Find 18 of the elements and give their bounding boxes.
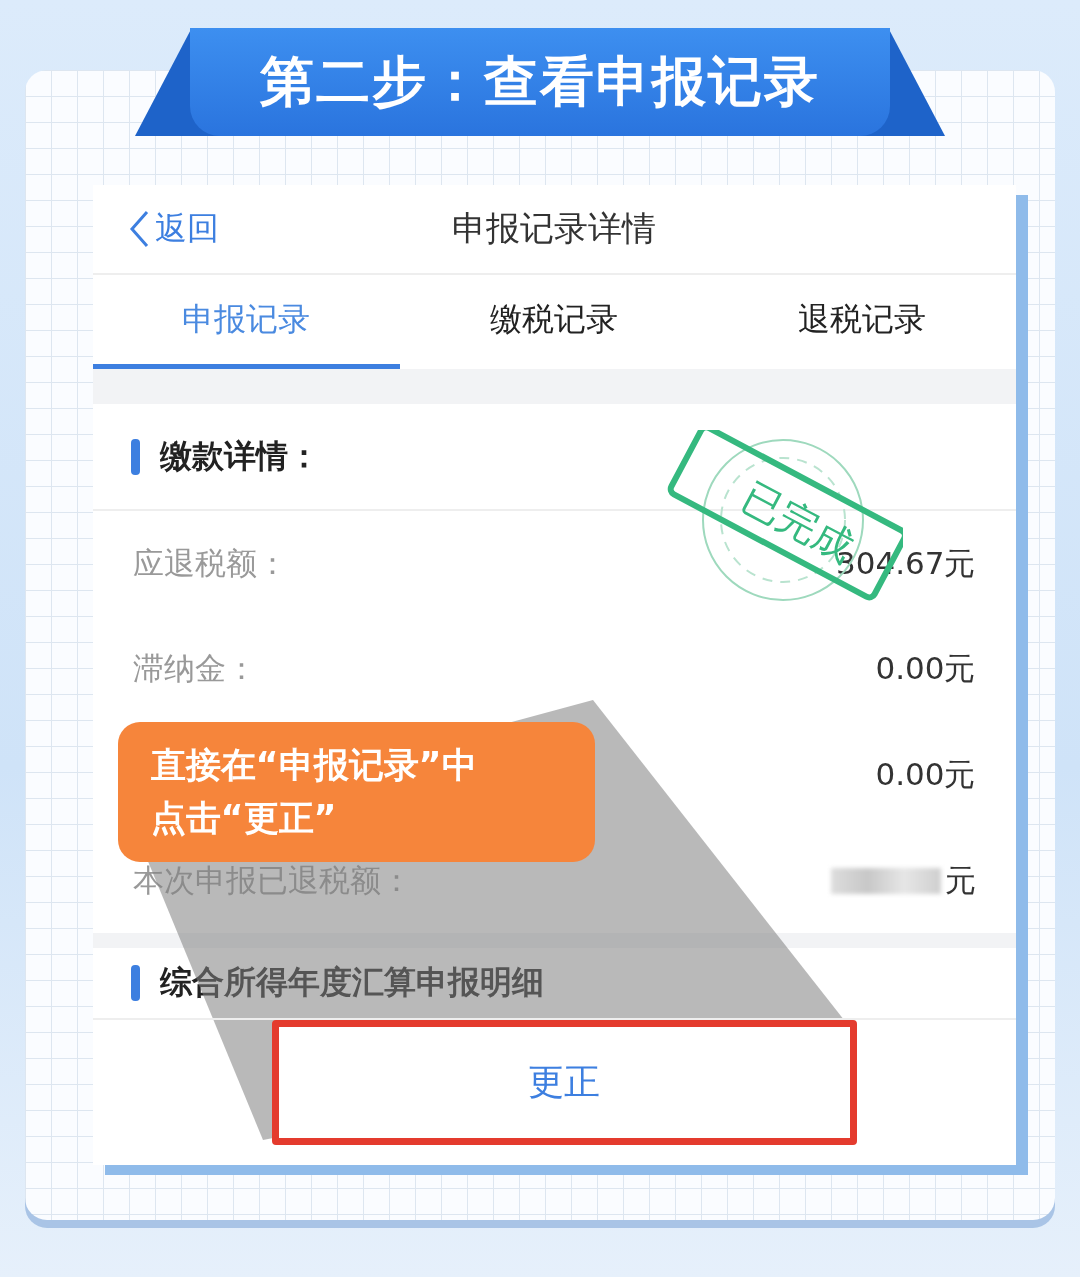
tab[interactable]: 退税记录 bbox=[707, 274, 1016, 370]
banner-title: 第二步：查看申报记录 bbox=[190, 28, 890, 136]
row-label: 滞纳金： bbox=[132, 649, 257, 689]
row-label: 应退税额： bbox=[132, 543, 288, 583]
callout-text: 直接在“申报记录”中 bbox=[150, 744, 478, 787]
screen-title: 申报记录详情 bbox=[452, 206, 656, 250]
section-marker bbox=[130, 438, 140, 475]
row-value: 0.00元 bbox=[875, 754, 976, 794]
section-marker bbox=[130, 965, 140, 1002]
section-heading: 缴款详情： bbox=[159, 435, 320, 477]
row-value: 元 bbox=[944, 860, 976, 900]
callout-text: 点击“更正” bbox=[150, 797, 338, 840]
row-value: 0.00元 bbox=[875, 649, 976, 689]
tab[interactable]: 缴税记录 bbox=[400, 274, 708, 370]
back-link[interactable]: 返回 bbox=[128, 206, 219, 251]
back-label[interactable]: 返回 bbox=[154, 206, 219, 251]
correct-button[interactable]: 更正 bbox=[271, 1020, 857, 1146]
back-chevron-icon bbox=[128, 209, 149, 248]
